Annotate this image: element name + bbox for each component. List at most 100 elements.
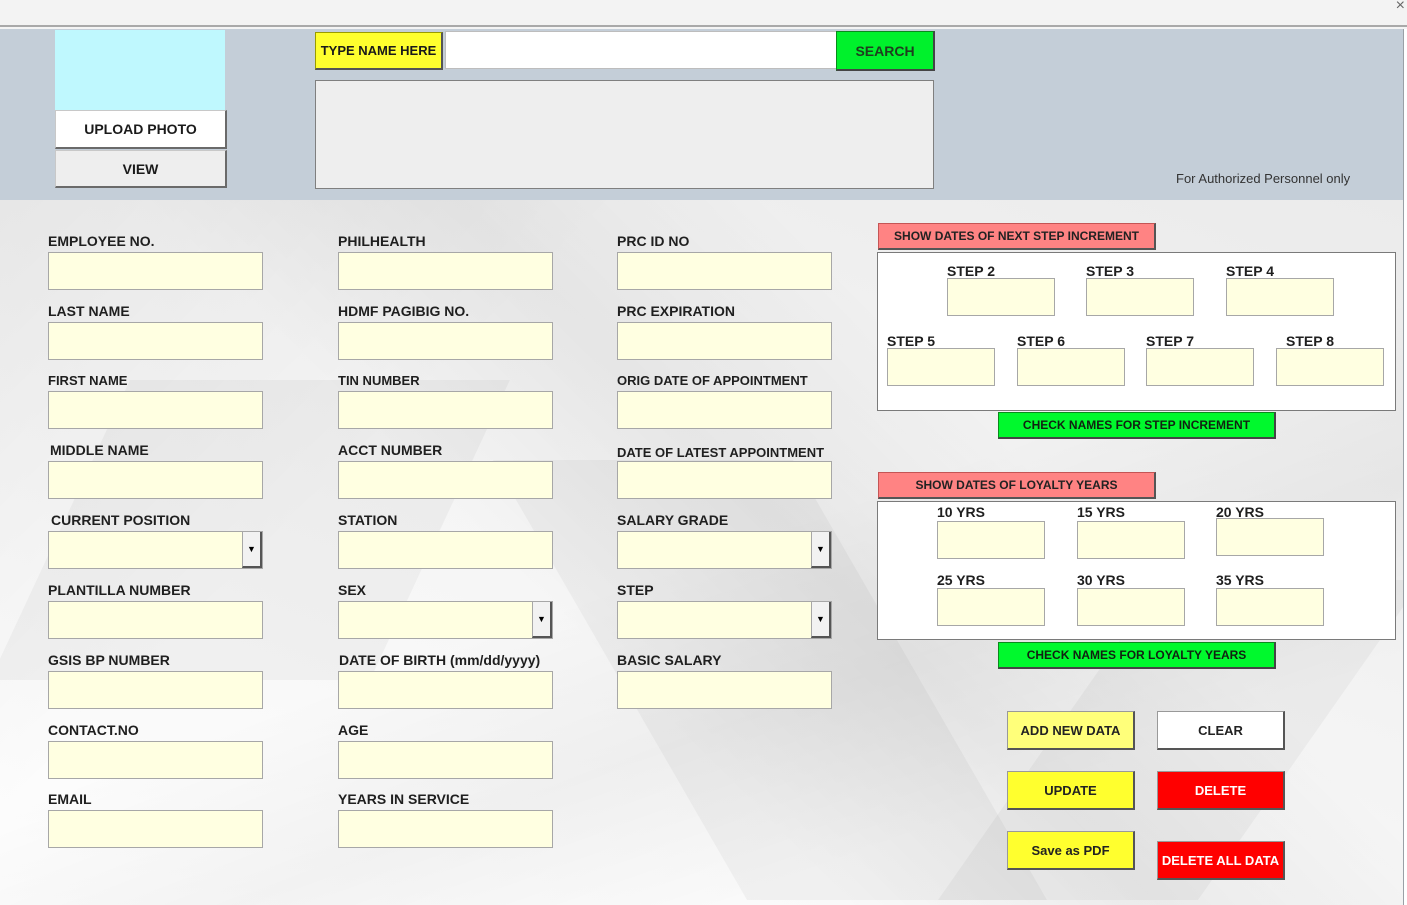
first-name-label: FIRST NAME	[48, 373, 128, 388]
current-position-label: CURRENT POSITION	[51, 512, 191, 528]
step-6-label: STEP 6	[1017, 333, 1065, 349]
tin-field[interactable]	[338, 391, 553, 429]
sex-label: SEX	[338, 582, 367, 598]
philhealth-label: PHILHEALTH	[338, 233, 426, 249]
hdmf-label: HDMF PAGIBIG NO.	[338, 303, 470, 319]
latest-date-label: DATE OF LATEST APPOINTMENT	[617, 445, 825, 460]
station-field[interactable]	[338, 531, 553, 569]
acct-label: ACCT NUMBER	[338, 442, 443, 458]
step-5-field[interactable]	[887, 348, 995, 386]
window-titlebar	[0, 0, 1407, 27]
loyalty-20-field[interactable]	[1216, 518, 1324, 556]
update-button[interactable]: UPDATE	[1007, 771, 1135, 810]
tin-label: TIN NUMBER	[338, 373, 420, 388]
first-name-field[interactable]	[48, 391, 263, 429]
step-2-label: STEP 2	[947, 263, 995, 279]
step-7-field[interactable]	[1146, 348, 1254, 386]
prc-expiration-label: PRC EXPIRATION	[617, 303, 735, 319]
last-name-field[interactable]	[48, 322, 263, 360]
acct-field[interactable]	[338, 461, 553, 499]
loyalty-35-field[interactable]	[1216, 588, 1324, 626]
check-loyalty-names-button[interactable]: CHECK NAMES FOR LOYALTY YEARS	[998, 642, 1276, 669]
step-select[interactable]: ▼	[617, 601, 832, 639]
prc-expiration-field[interactable]	[617, 322, 832, 360]
delete-button[interactable]: DELETE	[1157, 771, 1285, 810]
step-label: STEP	[617, 582, 654, 598]
prc-id-label: PRC ID NO	[617, 233, 690, 249]
loyalty-35-label: 35 YRS	[1216, 572, 1264, 588]
gsis-bp-label: GSIS BP NUMBER	[48, 652, 170, 668]
salary-grade-select[interactable]: ▼	[617, 531, 832, 569]
middle-name-label: MIDDLE NAME	[50, 442, 149, 458]
chevron-down-icon[interactable]: ▼	[811, 602, 831, 638]
loyalty-10-field[interactable]	[937, 521, 1045, 559]
employee-no-field[interactable]	[48, 252, 263, 290]
step-5-label: STEP 5	[887, 333, 935, 349]
chevron-down-icon[interactable]: ▼	[811, 532, 831, 568]
contact-no-label: CONTACT.NO	[48, 722, 139, 738]
age-field[interactable]	[338, 741, 553, 779]
chevron-down-icon[interactable]: ▼	[532, 602, 552, 638]
search-input[interactable]	[445, 31, 837, 69]
middle-name-field[interactable]	[48, 461, 263, 499]
station-label: STATION	[338, 512, 398, 528]
sex-select[interactable]: ▼	[338, 601, 553, 639]
add-new-data-button[interactable]: ADD NEW DATA	[1007, 711, 1135, 750]
show-loyalty-dates-button[interactable]: SHOW DATES OF LOYALTY YEARS	[878, 472, 1156, 499]
upload-photo-button[interactable]: UPLOAD PHOTO	[55, 110, 227, 149]
current-position-select[interactable]: ▼	[48, 531, 263, 569]
loyalty-15-field[interactable]	[1077, 521, 1185, 559]
orig-date-label: ORIG DATE OF APPOINTMENT	[617, 373, 808, 388]
dob-field[interactable]	[338, 671, 553, 709]
close-icon[interactable]: ×	[1396, 0, 1405, 14]
loyalty-25-label: 25 YRS	[937, 572, 985, 588]
employee-no-label: EMPLOYEE NO.	[48, 233, 155, 249]
delete-all-data-button[interactable]: DELETE ALL DATA	[1157, 841, 1285, 880]
show-step-dates-button[interactable]: SHOW DATES OF NEXT STEP INCREMENT	[878, 223, 1156, 250]
basic-salary-field[interactable]	[617, 671, 832, 709]
step-3-field[interactable]	[1086, 278, 1194, 316]
prc-id-field[interactable]	[617, 252, 832, 290]
salary-grade-label: SALARY GRADE	[617, 512, 729, 528]
loyalty-10-label: 10 YRS	[937, 504, 985, 520]
contact-no-field[interactable]	[48, 741, 263, 779]
plantilla-number-label: PLANTILLA NUMBER	[48, 582, 191, 598]
philhealth-field[interactable]	[338, 252, 553, 290]
loyalty-25-field[interactable]	[937, 588, 1045, 626]
clear-button[interactable]: CLEAR	[1157, 711, 1285, 750]
hdmf-field[interactable]	[338, 322, 553, 360]
photo-frame	[55, 30, 225, 110]
email-label: EMAIL	[48, 791, 92, 807]
step-4-field[interactable]	[1226, 278, 1334, 316]
loyalty-15-label: 15 YRS	[1077, 504, 1125, 520]
step-6-field[interactable]	[1017, 348, 1125, 386]
plantilla-number-field[interactable]	[48, 601, 263, 639]
save-as-pdf-button[interactable]: Save as PDF	[1007, 831, 1135, 870]
type-name-label: TYPE NAME HERE	[315, 32, 443, 70]
basic-salary-label: BASIC SALARY	[617, 652, 722, 668]
loyalty-30-label: 30 YRS	[1077, 572, 1125, 588]
orig-date-field[interactable]	[617, 391, 832, 429]
loyalty-30-field[interactable]	[1077, 588, 1185, 626]
gsis-bp-field[interactable]	[48, 671, 263, 709]
age-label: AGE	[338, 722, 369, 738]
chevron-down-icon[interactable]: ▼	[242, 532, 262, 568]
right-scroll-edge	[1403, 29, 1407, 905]
dob-label: DATE OF BIRTH (mm/dd/yyyy)	[339, 652, 541, 668]
check-step-names-button[interactable]: CHECK NAMES FOR STEP INCREMENT	[998, 412, 1276, 439]
step-8-field[interactable]	[1276, 348, 1384, 386]
step-2-field[interactable]	[947, 278, 1055, 316]
latest-date-field[interactable]	[617, 461, 832, 499]
search-results-list[interactable]	[315, 80, 934, 189]
search-button[interactable]: SEARCH	[836, 31, 935, 71]
authorized-note: For Authorized Personnel only	[1176, 171, 1351, 186]
years-in-service-label: YEARS IN SERVICE	[338, 791, 470, 807]
years-in-service-field[interactable]	[338, 810, 553, 848]
step-3-label: STEP 3	[1086, 263, 1134, 279]
step-8-label: STEP 8	[1286, 333, 1334, 349]
step-7-label: STEP 7	[1146, 333, 1194, 349]
step-4-label: STEP 4	[1226, 263, 1274, 279]
email-field[interactable]	[48, 810, 263, 848]
last-name-label: LAST NAME	[48, 303, 130, 319]
view-photo-button[interactable]: VIEW	[55, 150, 227, 188]
